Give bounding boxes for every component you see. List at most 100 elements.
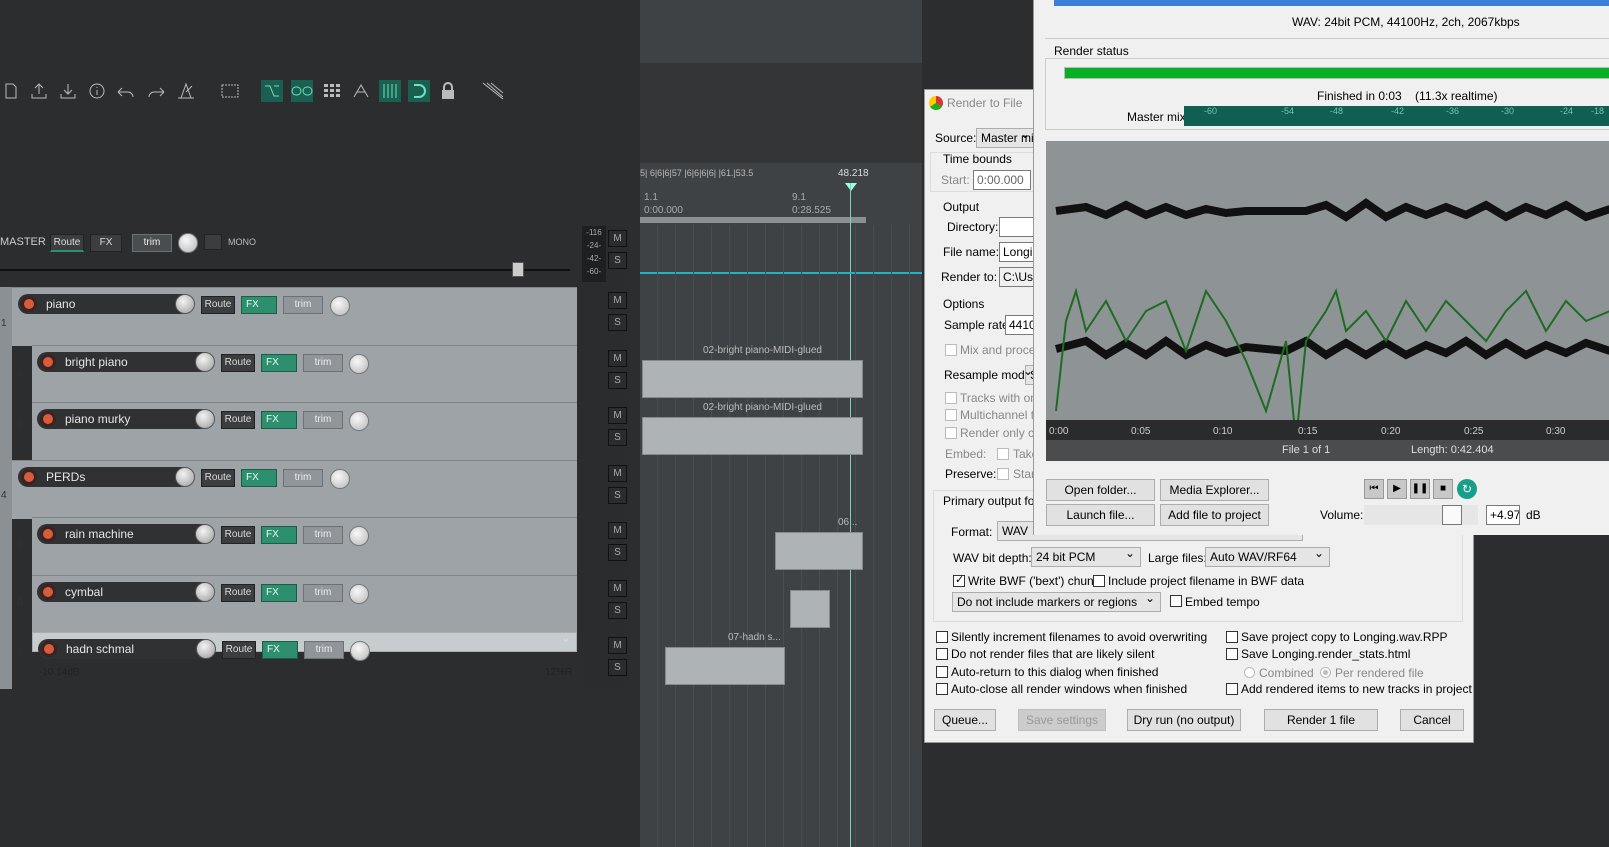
media-item[interactable]: 02-bright piano-MIDI-glued [642,345,863,398]
record-arm-icon[interactable] [40,584,56,600]
link-icon[interactable] [291,80,313,102]
pan-knob[interactable] [349,526,369,546]
dry-run-button[interactable]: Dry run (no output) [1127,709,1241,731]
track-2[interactable]: bright piano Route FX trim [32,345,577,404]
master-mute-button[interactable]: M [608,230,627,247]
volume-knob[interactable] [196,639,216,659]
combined-radio[interactable] [1244,667,1255,678]
record-arm-icon[interactable] [41,641,57,657]
record-arm-icon[interactable] [21,469,37,485]
mute-button[interactable]: M [608,465,627,482]
track-1[interactable]: piano Route FX trim 1 [1,287,577,346]
record-arm-icon[interactable] [40,526,56,542]
start-field[interactable]: 0:00.000 [973,170,1031,190]
media-item[interactable] [790,590,830,628]
render-button[interactable]: Render 1 file [1264,709,1378,731]
trim-button[interactable]: trim [303,411,343,429]
play-icon[interactable]: ▶ [1387,479,1407,499]
grid-icon[interactable] [321,80,343,102]
undo-icon[interactable] [115,80,137,102]
mono-icon[interactable] [204,234,222,250]
volume-knob[interactable] [175,294,195,314]
fx-button[interactable]: FX [261,526,297,544]
track-name[interactable]: cymbal [65,585,103,599]
multichannel-checkbox[interactable] [945,409,957,421]
track-name[interactable]: hadn schmal [66,642,134,656]
save-project-icon[interactable] [57,80,79,102]
stop-icon[interactable]: ■ [1433,479,1453,499]
master-volume-knob[interactable] [178,233,198,253]
master-fader-handle[interactable] [512,262,524,277]
record-arm-icon[interactable] [40,411,56,427]
route-button[interactable]: Route [221,411,255,429]
info-icon[interactable] [86,80,108,102]
include-proj-checkbox[interactable] [1093,575,1105,587]
fx-button[interactable]: FX [241,469,277,487]
route-button[interactable]: Route [221,526,255,544]
auto-crossfade-icon[interactable] [481,80,503,102]
auto-close-checkbox[interactable] [936,683,948,695]
mute-button[interactable]: M [608,292,627,309]
save-copy-checkbox[interactable] [1226,631,1238,643]
mute-button[interactable]: M [608,522,627,539]
new-project-icon[interactable] [0,80,22,102]
bwf-checkbox[interactable] [953,573,965,587]
record-arm-icon[interactable] [40,354,56,370]
rewind-icon[interactable]: ⏮ [1364,479,1384,499]
volume-knob[interactable] [195,352,215,372]
open-project-icon[interactable] [28,80,50,102]
pan-knob[interactable] [330,469,350,489]
mute-button[interactable]: M [608,637,627,654]
mix-process-checkbox[interactable] [945,344,957,356]
pan-knob[interactable] [330,296,350,316]
playhead-marker-icon[interactable] [845,183,857,191]
master-solo-button[interactable]: S [608,252,627,269]
largefiles-select[interactable]: Auto WAV/RF64 [1205,544,1330,567]
volume-knob[interactable] [195,582,215,602]
queue-button[interactable]: Queue... [934,709,996,731]
metronome-icon[interactable] [175,80,197,102]
pan-knob[interactable] [349,354,369,374]
media-explorer-button[interactable]: Media Explorer... [1160,479,1269,501]
volume-knob[interactable] [195,409,215,429]
ripple-edit-icon[interactable] [261,80,283,102]
envelope-lock-icon[interactable] [350,80,372,102]
track-name[interactable]: piano murky [65,412,130,426]
pan-knob[interactable] [350,641,370,661]
trim-button[interactable]: trim [303,354,343,372]
master-route-button[interactable]: Route [50,234,84,252]
source-select[interactable]: Master mix [976,125,1040,148]
route-button[interactable]: Route [221,354,255,372]
markers-select[interactable]: Do not include markers or regions [952,589,1161,612]
take-checkbox[interactable] [997,448,1009,460]
per-file-radio[interactable] [1320,667,1331,678]
start-checkbox[interactable] [997,468,1009,480]
track-5[interactable]: rain machine Route FX trim [32,517,577,576]
snap-icon[interactable] [408,80,430,102]
snap-grid-icon[interactable] [379,80,401,102]
solo-button[interactable]: S [608,602,627,619]
track-4[interactable]: PERDs Route FX trim [12,460,577,519]
silent-increment-checkbox[interactable] [936,631,948,643]
fx-button[interactable]: FX [261,584,297,602]
trim-button[interactable]: trim [304,641,344,659]
volume-slider-handle[interactable] [1442,505,1462,525]
track-name[interactable]: PERDs [46,470,85,484]
pause-icon[interactable]: ❚❚ [1410,479,1430,499]
route-button[interactable]: Route [221,584,255,602]
save-stats-checkbox[interactable] [1226,648,1238,660]
loop-icon[interactable]: ↻ [1457,479,1477,499]
fx-button[interactable]: FX [262,641,298,659]
media-item[interactable]: 07-hadn s... [665,632,785,685]
redo-icon[interactable] [145,80,167,102]
save-settings-button[interactable]: Save settings [1018,709,1106,731]
open-folder-button[interactable]: Open folder... [1046,479,1155,501]
mute-button[interactable]: M [608,407,627,424]
solo-button[interactable]: S [608,314,627,331]
media-item[interactable]: 02-bright piano-MIDI-glued [642,402,863,455]
trim-button[interactable]: trim [283,469,323,487]
solo-button[interactable]: S [608,544,627,561]
embed-tempo-checkbox[interactable] [1170,595,1182,607]
fx-button[interactable]: FX [261,354,297,372]
route-button[interactable]: Route [201,296,235,314]
